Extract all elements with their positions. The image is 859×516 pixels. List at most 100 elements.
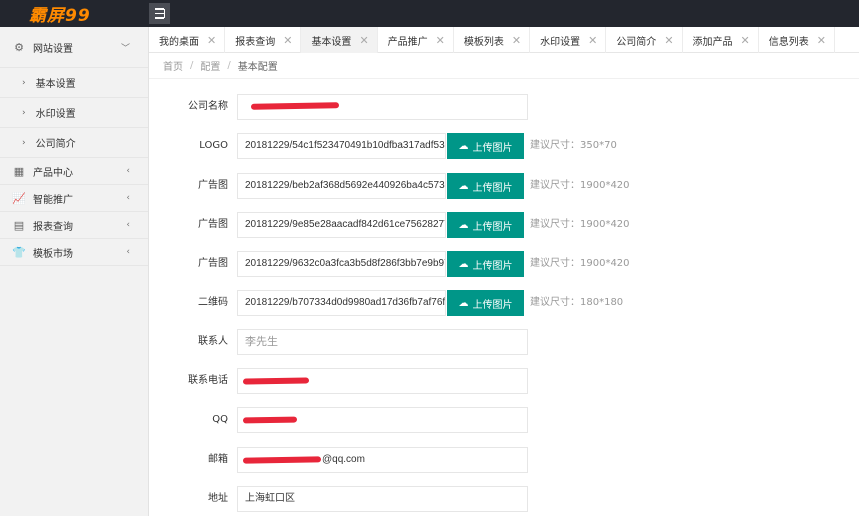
close-icon[interactable]: ✕	[436, 34, 445, 47]
sidebar-group-label: 产品中心	[33, 167, 73, 179]
upload-button-label: 上传图片	[472, 221, 513, 233]
address-label: 地址	[208, 493, 228, 504]
chart-icon: 📈	[12, 191, 26, 205]
close-icon[interactable]: ✕	[512, 34, 521, 47]
banner-1-path-input[interactable]: 20181229/beb2af368d5692e440926ba4c5730	[237, 173, 446, 199]
banner-2-path-input[interactable]: 20181229/9e85e28aacadf842d61ce75628277	[237, 212, 446, 238]
tab-product-promotion[interactable]: 产品推广 ✕	[378, 27, 454, 53]
contact-input[interactable]: 李先生	[237, 329, 528, 355]
sidebar-group-report-query[interactable]: ▤ 报表查询 ‹	[0, 212, 148, 239]
sidebar-item-basic-settings[interactable]: › 基本设置	[0, 68, 148, 98]
sidebar: ⚙ 网站设置 ﹀ › 基本设置 › 水印设置 › 公司简介 ▦ 产品中心 ‹ 📈…	[0, 27, 149, 516]
chevron-right-icon: ›	[22, 137, 26, 148]
chevron-right-icon: ›	[22, 107, 26, 118]
qrcode-size-hint: 建议尺寸：180*180	[530, 297, 624, 308]
tab-label: 添加产品	[692, 36, 733, 48]
tab-label: 基本设置	[311, 36, 352, 48]
tab-add-product[interactable]: 添加产品 ✕	[683, 27, 759, 53]
breadcrumb-separator: /	[227, 60, 231, 71]
form-row-banner-2: 广告图 20181229/9e85e28aacadf842d61ce756282…	[149, 212, 859, 238]
banner-3-upload-button[interactable]: ☁ 上传图片	[447, 251, 524, 277]
phone-label: 联系电话	[188, 375, 228, 386]
sidebar-group-product-center[interactable]: ▦ 产品中心 ‹	[0, 158, 148, 185]
upload-button-label: 上传图片	[472, 299, 513, 311]
tab-basic-settings[interactable]: 基本设置 ✕	[301, 27, 378, 53]
logo-label: LOGO	[199, 140, 228, 151]
menu-toggle-button[interactable]	[149, 3, 170, 24]
close-icon[interactable]: ✕	[359, 34, 368, 47]
logo-path-input[interactable]: 20181229/54c1f523470491b10dfba317adf530	[237, 133, 446, 159]
upload-button-label: 上传图片	[472, 260, 513, 272]
banner-1-label: 广告图	[198, 180, 228, 191]
sidebar-group-label: 网站设置	[33, 43, 73, 55]
breadcrumb-separator: /	[190, 60, 194, 71]
banner-1-size-hint: 建议尺寸：1900*420	[530, 180, 630, 191]
chevron-right-icon: ›	[22, 77, 26, 88]
sidebar-group-site-settings[interactable]: ⚙ 网站设置 ﹀	[0, 27, 148, 68]
app-logo[interactable]: 霸屏99	[0, 0, 149, 27]
tab-my-desktop[interactable]: 我的桌面 ✕	[149, 27, 226, 53]
form-row-company-name: 公司名称	[149, 94, 859, 120]
close-icon[interactable]: ✕	[817, 34, 826, 47]
sidebar-item-label: 公司简介	[35, 139, 76, 150]
chevron-down-icon: ﹀	[120, 44, 130, 54]
tab-template-list[interactable]: 模板列表 ✕	[454, 27, 531, 53]
banner-1-upload-button[interactable]: ☁ 上传图片	[447, 173, 524, 199]
tab-report-query[interactable]: 报表查询 ✕	[225, 27, 302, 53]
cloud-upload-icon: ☁	[458, 297, 469, 309]
tab-label: 水印设置	[540, 36, 581, 48]
tab-watermark-settings[interactable]: 水印设置 ✕	[530, 27, 607, 53]
tab-label: 公司简介	[616, 36, 657, 48]
email-domain: @qq.com	[322, 454, 365, 465]
close-icon[interactable]: ✕	[664, 34, 673, 47]
qrcode-label: 二维码	[198, 297, 228, 308]
tab-bar: 我的桌面 ✕ 报表查询 ✕ 基本设置 ✕ 产品推广 ✕ 模板列表 ✕ 水印设置 ✕ 公司简介…	[149, 27, 859, 53]
sidebar-item-watermark-settings[interactable]: › 水印设置	[0, 98, 148, 128]
contact-label: 联系人	[198, 336, 228, 347]
tab-label: 产品推广	[387, 36, 428, 48]
sidebar-group-label: 报表查询	[33, 221, 73, 233]
chevron-left-icon: ‹	[126, 220, 130, 230]
tab-label: 模板列表	[463, 36, 504, 48]
tab-label: 信息列表	[768, 36, 809, 48]
cloud-upload-icon: ☁	[458, 219, 469, 231]
gear-icon: ⚙	[14, 40, 24, 54]
tab-company-profile[interactable]: 公司简介 ✕	[606, 27, 683, 53]
sidebar-group-label: 模板市场	[33, 248, 73, 260]
form-row-banner-3: 广告图 20181229/9632c0a3fca3b5d8f286f3bb7e9…	[149, 251, 859, 277]
company-name-label: 公司名称	[188, 101, 228, 112]
breadcrumb: 首页 / 配置 / 基本配置	[149, 53, 859, 79]
cloud-upload-icon: ☁	[458, 140, 469, 152]
tab-info-list[interactable]: 信息列表 ✕	[759, 27, 835, 53]
sidebar-item-company-profile[interactable]: › 公司简介	[0, 128, 148, 158]
breadcrumb-current: 基本配置	[237, 62, 278, 73]
sidebar-item-label: 水印设置	[35, 109, 76, 120]
form-row-qrcode: 二维码 20181229/b707334d0d9980ad17d36fb7af7…	[149, 290, 859, 316]
sidebar-group-smart-promotion[interactable]: 📈 智能推广 ‹	[0, 185, 148, 212]
breadcrumb-section[interactable]: 配置	[200, 58, 220, 73]
tab-label: 报表查询	[235, 36, 276, 48]
logo-size-hint: 建议尺寸：350*70	[530, 140, 617, 151]
form-row-phone: 联系电话	[149, 368, 859, 394]
banner-3-path-input[interactable]: 20181229/9632c0a3fca3b5d8f286f3bb7e9b97	[237, 251, 446, 277]
grid-icon: ▦	[13, 164, 25, 178]
top-bar: 霸屏99	[0, 0, 859, 27]
chevron-left-icon: ‹	[126, 247, 130, 257]
sidebar-group-label: 智能推广	[33, 194, 73, 206]
chevron-left-icon: ‹	[126, 193, 130, 203]
close-icon[interactable]: ✕	[283, 34, 292, 47]
close-icon[interactable]: ✕	[207, 34, 216, 47]
qrcode-upload-button[interactable]: ☁ 上传图片	[447, 290, 524, 316]
banner-3-label: 广告图	[198, 258, 228, 269]
shirt-icon: 👕	[12, 245, 26, 259]
breadcrumb-home[interactable]: 首页	[163, 58, 183, 73]
sidebar-group-template-market[interactable]: 👕 模板市场 ‹	[0, 239, 148, 266]
upload-button-label: 上传图片	[472, 182, 513, 194]
redaction-mark	[242, 377, 310, 385]
address-input[interactable]: 上海虹口区	[237, 486, 528, 512]
banner-2-upload-button[interactable]: ☁ 上传图片	[447, 212, 524, 238]
qrcode-path-input[interactable]: 20181229/b707334d0d9980ad17d36fb7af76f3	[237, 290, 446, 316]
close-icon[interactable]: ✕	[588, 34, 597, 47]
close-icon[interactable]: ✕	[741, 34, 750, 47]
logo-upload-button[interactable]: ☁ 上传图片	[447, 133, 524, 159]
